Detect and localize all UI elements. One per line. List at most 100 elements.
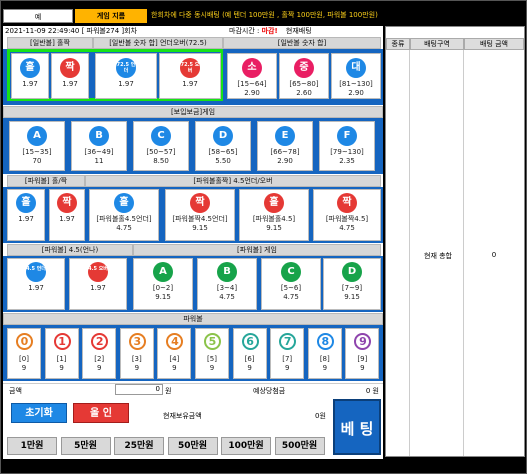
betting-board: [일반볼] 홀짝 [일반볼 숫자 합] 언더오버(72.5) [일반볼 숫자 합… bbox=[3, 37, 383, 459]
tab-main[interactable]: 예 bbox=[3, 9, 73, 23]
number-ball-icon: 1 bbox=[53, 333, 71, 350]
amount-input[interactable]: 0 bbox=[115, 384, 163, 395]
number-card-6[interactable]: 6 [6] 9 bbox=[232, 328, 267, 379]
bet-card-r3-3[interactable]: 짝 [파워볼짝4.5언더] 9.15 bbox=[165, 189, 235, 241]
range-label: [7] bbox=[282, 355, 293, 363]
bet-card-r3-1[interactable]: 짝 1.97 bbox=[49, 189, 85, 241]
bet-card-r3-5[interactable]: 짝 [파워볼짝4.5] 4.75 bbox=[313, 189, 381, 241]
odds-label: 4.75 bbox=[219, 293, 235, 301]
range-label: [3] bbox=[131, 355, 142, 363]
reset-button[interactable]: 초기화 bbox=[11, 403, 67, 423]
ball-icon: C bbox=[281, 262, 301, 282]
bet-card-r1-3[interactable]: 72.5 오버 1.97 bbox=[159, 53, 221, 99]
quick-amount-button[interactable]: 25만원 bbox=[114, 437, 164, 455]
quick-amount-button[interactable]: 5만원 bbox=[60, 437, 111, 455]
range-label: [2] bbox=[94, 355, 105, 363]
odds-label: 4.75 bbox=[283, 293, 299, 301]
odds-label: 2.90 bbox=[244, 89, 260, 97]
bet-card-r4-2[interactable]: A [0~2] 9.15 bbox=[133, 258, 193, 310]
range-label: [4] bbox=[169, 355, 180, 363]
bet-card-r1-6[interactable]: 대 [81~130] 2.90 bbox=[331, 53, 381, 99]
number-ball-icon: 2 bbox=[91, 333, 109, 350]
number-card-4[interactable]: 4 [4] 9 bbox=[157, 328, 192, 379]
odds-label: 1.97 bbox=[182, 80, 198, 88]
holding-value: 0원 bbox=[315, 412, 326, 420]
section-header-underover: [일반볼 숫자 합] 언더오버(72.5) bbox=[93, 37, 223, 49]
odds-label: 9 bbox=[172, 364, 177, 372]
section-header-pb-game: [파워볼] 게임 bbox=[133, 244, 381, 256]
odds-label: 5.50 bbox=[215, 157, 231, 165]
number-card-3[interactable]: 3 [3] 9 bbox=[119, 328, 154, 379]
quick-amount-button[interactable]: 500만원 bbox=[274, 437, 325, 455]
bet-card-r4-4[interactable]: C [5~6] 4.75 bbox=[261, 258, 321, 310]
odds-label: 9 bbox=[21, 364, 27, 372]
number-card-8[interactable]: 8 [8] 9 bbox=[307, 328, 342, 379]
number-ball-icon: 9 bbox=[354, 333, 372, 350]
odds-label: 70 bbox=[32, 157, 42, 165]
bet-card-r1-0[interactable]: 홀 1.97 bbox=[11, 53, 49, 99]
range-label: [66~78] bbox=[270, 148, 300, 156]
range-label: [5~6] bbox=[280, 284, 302, 292]
quick-amount-button[interactable]: 50만원 bbox=[167, 437, 218, 455]
number-card-1[interactable]: 1 [1] 9 bbox=[44, 328, 79, 379]
bet-card-r2-2[interactable]: C [50~57] 8.50 bbox=[133, 121, 189, 171]
section-header-sum: [일반볼 숫자 합] bbox=[223, 37, 381, 49]
number-card-5[interactable]: 5 [5] 9 bbox=[195, 328, 229, 379]
odds-label: 9 bbox=[59, 364, 64, 372]
number-card-0[interactable]: 0 [0] 9 bbox=[7, 328, 41, 379]
odds-label: 1.97 bbox=[28, 284, 44, 292]
slip-col-type bbox=[386, 50, 410, 456]
number-card-7[interactable]: 7 [7] 9 bbox=[270, 328, 305, 379]
bet-card-r1-4[interactable]: 소 [15~64] 2.90 bbox=[227, 53, 277, 99]
section-header-powerball: 파워볼 bbox=[3, 313, 383, 325]
ball-icon: 4.5 언더 bbox=[26, 262, 46, 282]
ball-icon: 짝 bbox=[57, 193, 77, 213]
bet-button[interactable]: 베 팅 bbox=[333, 399, 381, 455]
bet-card-r2-5[interactable]: F [79~130] 2.35 bbox=[319, 121, 375, 171]
section-header-pb-oddeven: [파워볼] 홀/짝 bbox=[7, 175, 85, 187]
powerball-betting-window: 예 게임 지름 한회차에 다중 동시배팅 (예 텐더 100만원 , 홀짝 10… bbox=[0, 0, 527, 474]
number-ball-icon: 3 bbox=[128, 333, 146, 350]
deadline-label: 마감시간 : bbox=[229, 27, 260, 35]
bet-card-r3-2[interactable]: 홀 [파워볼홀4.5언더] 4.75 bbox=[89, 189, 159, 241]
round-info-bar: 2021-11-09 22:49:40 [ 파워볼274 ]회차 마감시간 : … bbox=[3, 26, 383, 37]
bet-card-r4-5[interactable]: D [7~9] 9.15 bbox=[323, 258, 381, 310]
bet-card-r1-5[interactable]: 중 [65~80] 2.60 bbox=[279, 53, 329, 99]
slip-header-zone: 배팅구역 bbox=[410, 38, 464, 50]
ball-icon: C bbox=[151, 126, 171, 146]
bet-card-r1-2[interactable]: 72.5 언더 1.97 bbox=[95, 53, 157, 99]
bet-card-r3-0[interactable]: 홀 1.97 bbox=[7, 189, 45, 241]
bet-card-r2-4[interactable]: E [66~78] 2.90 bbox=[257, 121, 313, 171]
quick-amount-button[interactable]: 1만원 bbox=[7, 437, 57, 455]
tab-game-pick[interactable]: 게임 지름 bbox=[75, 9, 147, 23]
range-label: [파워볼짝4.5언더] bbox=[172, 215, 228, 223]
bet-card-r3-4[interactable]: 홀 [파워볼홀4.5] 9.15 bbox=[239, 189, 309, 241]
ball-icon: 짝 bbox=[60, 58, 80, 78]
range-label: [파워볼짝4.5] bbox=[325, 215, 369, 223]
ball-icon: F bbox=[337, 126, 357, 146]
range-label: [5] bbox=[207, 355, 217, 363]
number-ball-icon: 5 bbox=[204, 333, 221, 350]
range-label: [15~64] bbox=[237, 80, 267, 88]
range-label: [8] bbox=[319, 355, 330, 363]
bet-card-r2-3[interactable]: D [58~65] 5.50 bbox=[195, 121, 251, 171]
range-label: [81~130] bbox=[339, 80, 373, 88]
bet-card-r1-1[interactable]: 짝 1.97 bbox=[51, 53, 89, 99]
allin-button[interactable]: 올 인 bbox=[73, 403, 129, 423]
quick-amount-button[interactable]: 100만원 bbox=[221, 437, 271, 455]
range-label: [6] bbox=[244, 355, 255, 363]
odds-label: 9 bbox=[360, 364, 365, 372]
total-label: 현재 총합 bbox=[424, 252, 452, 260]
number-card-2[interactable]: 2 [2] 9 bbox=[82, 328, 117, 379]
number-card-9[interactable]: 9 [9] 9 bbox=[345, 328, 380, 379]
ball-icon: A bbox=[153, 262, 173, 282]
odds-label: 2.60 bbox=[296, 89, 312, 97]
section-header-oddeven: [일반볼] 홀짝 bbox=[7, 37, 93, 49]
odds-label: 8.50 bbox=[153, 157, 169, 165]
bet-card-r4-0[interactable]: 4.5 언더 1.97 bbox=[7, 258, 65, 310]
bet-card-r2-1[interactable]: B [36~49] 11 bbox=[71, 121, 127, 171]
bet-card-r4-3[interactable]: B [3~4] 4.75 bbox=[197, 258, 257, 310]
ball-icon: 72.5 언더 bbox=[116, 58, 136, 78]
bet-card-r4-1[interactable]: 4.5 오버 1.97 bbox=[69, 258, 127, 310]
bet-card-r2-0[interactable]: A [15~35] 70 bbox=[9, 121, 65, 171]
